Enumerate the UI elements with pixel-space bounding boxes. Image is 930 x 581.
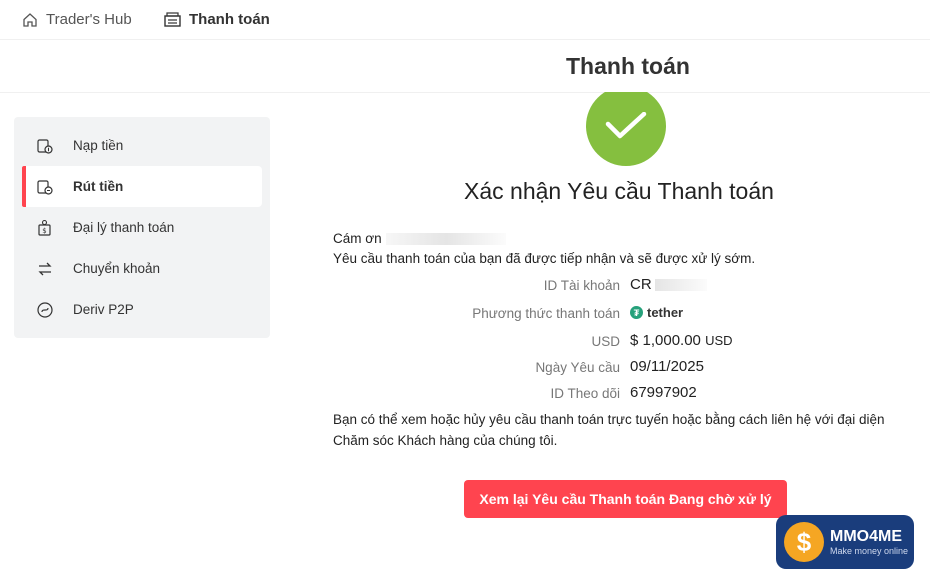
request-date-value: 09/11/2025 [630, 358, 704, 375]
page-title: Thanh toán [566, 53, 690, 79]
amount-value: $ 1,000.00 USD [630, 332, 733, 349]
cashier-sidebar: Nạp tiền Rút tiền $ Đại lý thanh toán Ch… [14, 117, 270, 338]
withdraw-icon [36, 178, 54, 196]
transfer-icon [36, 260, 54, 278]
sidebar-item-label: Đại lý thanh toán [73, 220, 175, 235]
watermark-logo: $ MMO4ME Make money online [776, 515, 914, 569]
sidebar-item-transfer[interactable]: Chuyển khoản [14, 248, 270, 289]
account-id-text: CR [630, 276, 652, 293]
success-check-icon [586, 92, 666, 166]
nav-traders-hub-label: Trader's Hub [46, 11, 132, 28]
redacted-name [385, 233, 506, 246]
watermark-tagline: Make money online [830, 546, 909, 556]
greeting-text: Cám ơn [333, 231, 506, 246]
greeting-label: Cám ơn [333, 231, 382, 246]
sidebar-item-label: Rút tiền [73, 179, 124, 194]
nav-payment[interactable]: Thanh toán [164, 0, 270, 40]
request-date-label: Ngày Yêu cầu [535, 360, 620, 375]
review-pending-withdrawal-button[interactable]: Xem lại Yêu cầu Thanh toán Đang chờ xử l… [464, 480, 787, 518]
currency-label: USD [591, 334, 620, 349]
deposit-icon [36, 137, 54, 155]
amount-text: $ 1,000.00 [630, 332, 701, 349]
tracking-id-label: ID Theo dõi [550, 386, 620, 401]
payment-method-text: tether [647, 305, 684, 320]
amount-currency: USD [705, 333, 733, 348]
account-id-value: CR [630, 276, 707, 293]
sidebar-item-withdraw[interactable]: Rút tiền [22, 166, 262, 207]
page-header: Thanh toán [0, 40, 930, 93]
payment-agent-icon: $ [36, 219, 54, 237]
sidebar-item-label: Chuyển khoản [73, 261, 161, 276]
sidebar-item-deposit[interactable]: Nạp tiền [14, 125, 270, 166]
nav-payment-label: Thanh toán [189, 11, 270, 28]
sidebar-item-p2p[interactable]: Deriv P2P [14, 289, 270, 330]
watermark-brand: MMO4ME [830, 528, 902, 545]
confirmation-title: Xác nhận Yêu cầu Thanh toán [464, 178, 774, 204]
p2p-icon [36, 301, 54, 319]
dollar-coin-icon: $ [784, 522, 824, 562]
payment-method-label: Phương thức thanh toán [472, 306, 620, 321]
tether-icon: ₮ [630, 306, 643, 319]
cancel-note: Bạn có thể xem hoặc hủy yêu cầu thanh to… [333, 412, 885, 448]
nav-traders-hub[interactable]: Trader's Hub [22, 0, 132, 40]
top-navigation: Trader's Hub Thanh toán [0, 0, 930, 40]
sidebar-item-label: Deriv P2P [73, 302, 134, 317]
received-message: Yêu cầu thanh toán của bạn đã được tiếp … [333, 251, 756, 266]
payment-method-value: ₮ tether [630, 305, 683, 320]
sidebar-item-label: Nạp tiền [73, 138, 124, 153]
redacted-account [654, 279, 707, 292]
svg-text:$: $ [42, 227, 46, 235]
cashier-icon [164, 12, 181, 27]
home-icon [23, 12, 37, 27]
account-id-label: ID Tài khoản [543, 278, 620, 293]
sidebar-item-payment-agent[interactable]: $ Đại lý thanh toán [14, 207, 270, 248]
tracking-id-value: 67997902 [630, 384, 697, 401]
